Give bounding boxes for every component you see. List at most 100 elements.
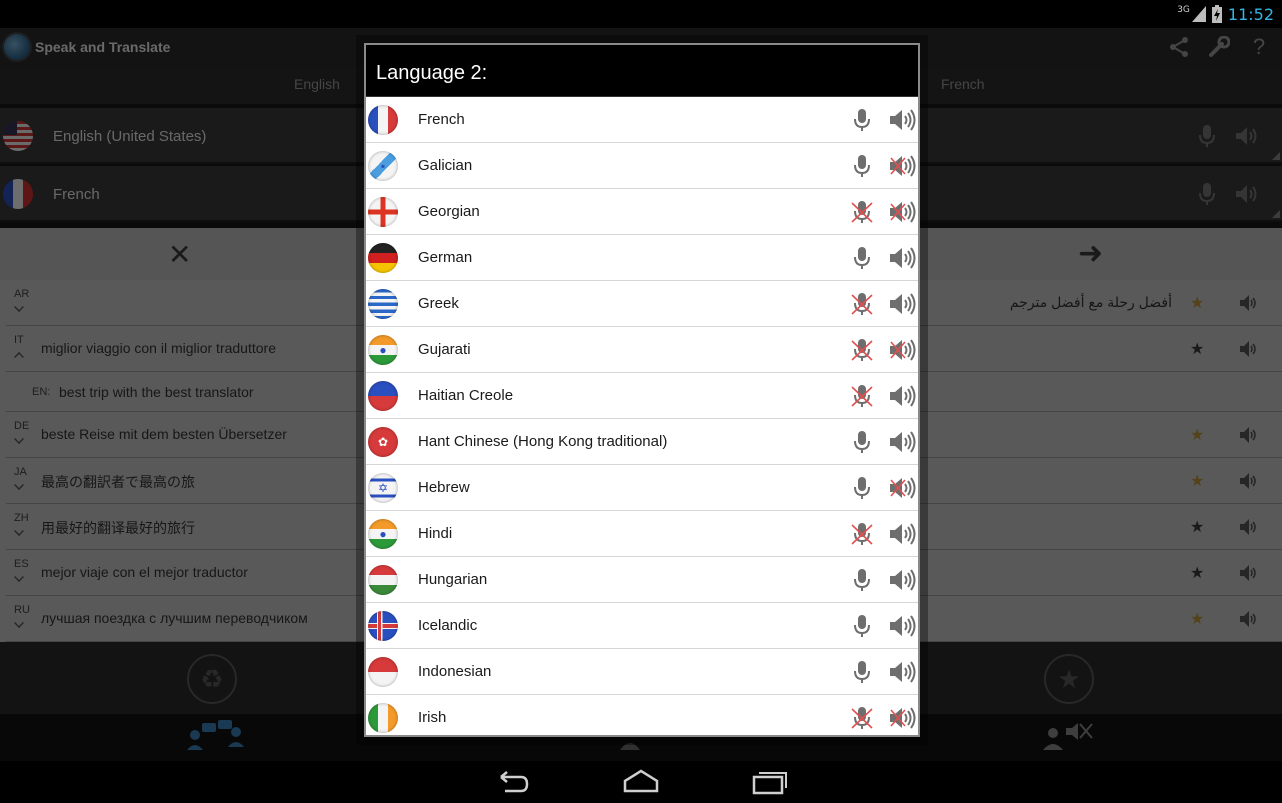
fr-flag-icon bbox=[368, 105, 398, 135]
speaker-icon[interactable] bbox=[1238, 293, 1258, 313]
language-name: Hungarian bbox=[418, 571, 488, 588]
hk-flag-icon: ✿ bbox=[368, 427, 398, 457]
speaker-icon[interactable] bbox=[1238, 425, 1258, 445]
conversation-mode-icon[interactable] bbox=[186, 720, 248, 752]
favorite-star-icon[interactable]: ★ bbox=[1190, 609, 1204, 629]
offline-mode-icon[interactable] bbox=[1042, 720, 1094, 752]
language-list: French ▪ Galician Georgian German Greek ● Gujar… bbox=[366, 97, 918, 735]
speaker-unavailable-icon bbox=[888, 338, 916, 362]
history-text: 最高の翻訳者で最高の旅 bbox=[41, 474, 195, 490]
speaker-icon[interactable] bbox=[1234, 124, 1260, 148]
speaker-icon[interactable] bbox=[1234, 182, 1260, 206]
chevron-down-icon[interactable] bbox=[14, 526, 24, 536]
microphone-icon[interactable] bbox=[1198, 124, 1216, 148]
us-flag-icon bbox=[3, 121, 33, 151]
speaker-icon bbox=[888, 614, 916, 638]
microphone-icon bbox=[850, 430, 874, 454]
language-code: DE bbox=[14, 420, 30, 432]
chevron-down-icon[interactable] bbox=[14, 618, 24, 628]
favorite-star-icon[interactable]: ★ bbox=[1190, 471, 1204, 491]
dialog-header: Language 2: bbox=[366, 45, 918, 97]
language-item-hant-chinese-hong-kong-traditional-[interactable]: ✿ Hant Chinese (Hong Kong traditional) bbox=[366, 419, 918, 465]
microphone-icon bbox=[850, 154, 874, 178]
chevron-up-icon[interactable] bbox=[14, 352, 24, 362]
microphone-icon bbox=[850, 568, 874, 592]
speaker-unavailable-icon bbox=[888, 476, 916, 500]
language-code: IT bbox=[14, 334, 24, 346]
favorite-star-icon[interactable]: ★ bbox=[1190, 517, 1204, 537]
microphone-icon bbox=[850, 108, 874, 132]
speaker-icon[interactable] bbox=[1238, 609, 1258, 629]
language-name: Icelandic bbox=[418, 617, 478, 634]
clear-icon[interactable]: ✕ bbox=[168, 238, 191, 271]
chevron-down-icon[interactable] bbox=[14, 480, 24, 490]
chevron-down-icon[interactable] bbox=[14, 302, 24, 312]
favorite-star-icon[interactable]: ★ bbox=[1190, 563, 1204, 583]
speaker-icon bbox=[888, 108, 916, 132]
tab-language-1[interactable]: English bbox=[294, 76, 340, 92]
app-logo-icon[interactable] bbox=[2, 32, 32, 62]
status-bar: 3G 11:52 bbox=[0, 0, 1282, 28]
microphone-unavailable-icon bbox=[850, 200, 874, 224]
chevron-down-icon[interactable] bbox=[14, 434, 24, 444]
recycle-icon[interactable]: ♻ bbox=[187, 654, 237, 704]
language-item-french[interactable]: French bbox=[366, 97, 918, 143]
language-2-label: French bbox=[53, 186, 100, 203]
home-icon[interactable] bbox=[621, 767, 661, 797]
help-icon[interactable]: ? bbox=[1246, 34, 1272, 60]
microphone-icon bbox=[850, 246, 874, 270]
app-title: Speak and Translate bbox=[35, 39, 171, 55]
speaker-icon[interactable] bbox=[1238, 339, 1258, 359]
language-item-hindi[interactable]: ● Hindi bbox=[366, 511, 918, 557]
translation-text: best trip with the best translator bbox=[59, 384, 254, 400]
favorite-star-icon[interactable]: ★ bbox=[1190, 293, 1204, 313]
language-item-indonesian[interactable]: Indonesian bbox=[366, 649, 918, 695]
history-text: beste Reise mit dem besten Übersetzer bbox=[41, 426, 287, 442]
wrench-icon[interactable] bbox=[1206, 34, 1232, 60]
language-item-greek[interactable]: Greek bbox=[366, 281, 918, 327]
translate-arrow-icon[interactable]: ➜ bbox=[1078, 236, 1103, 271]
navigation-bar bbox=[0, 761, 1282, 803]
microphone-icon bbox=[850, 614, 874, 638]
language-code: ZH bbox=[14, 512, 29, 524]
tab-language-2[interactable]: French bbox=[941, 76, 985, 92]
language-item-georgian[interactable]: Georgian bbox=[366, 189, 918, 235]
gr-flag-icon bbox=[368, 289, 398, 319]
in-flag-icon: ● bbox=[368, 335, 398, 365]
language-item-haitian-creole[interactable]: Haitian Creole bbox=[366, 373, 918, 419]
microphone-unavailable-icon bbox=[850, 522, 874, 546]
language-name: Greek bbox=[418, 295, 459, 312]
speaker-icon bbox=[888, 430, 916, 454]
favorite-star-icon[interactable]: ★ bbox=[1190, 339, 1204, 359]
language-name: Gujarati bbox=[418, 341, 471, 358]
language-name: Irish bbox=[418, 709, 447, 726]
ht-flag-icon bbox=[368, 381, 398, 411]
language-item-irish[interactable]: Irish bbox=[366, 695, 918, 735]
language-item-hungarian[interactable]: Hungarian bbox=[366, 557, 918, 603]
history-text: أفضل رحلة مع أفضل مترجم bbox=[1009, 294, 1172, 310]
language-item-icelandic[interactable]: Icelandic bbox=[366, 603, 918, 649]
favorites-star-icon[interactable]: ★ bbox=[1044, 654, 1094, 704]
language-item-german[interactable]: German bbox=[366, 235, 918, 281]
speaker-icon bbox=[888, 246, 916, 270]
language-name: Hant Chinese (Hong Kong traditional) bbox=[418, 433, 668, 450]
favorite-star-icon[interactable]: ★ bbox=[1190, 425, 1204, 445]
speaker-icon bbox=[888, 522, 916, 546]
speaker-icon[interactable] bbox=[1238, 471, 1258, 491]
share-icon[interactable] bbox=[1166, 34, 1192, 60]
speaker-icon[interactable] bbox=[1238, 563, 1258, 583]
language-item-gujarati[interactable]: ● Gujarati bbox=[366, 327, 918, 373]
speaker-icon bbox=[888, 568, 916, 592]
recent-apps-icon[interactable] bbox=[750, 767, 790, 797]
speaker-icon[interactable] bbox=[1238, 517, 1258, 537]
language-item-galician[interactable]: ▪ Galician bbox=[366, 143, 918, 189]
chevron-down-icon[interactable] bbox=[14, 572, 24, 582]
language-item-hebrew[interactable]: ✡ Hebrew bbox=[366, 465, 918, 511]
back-icon[interactable] bbox=[493, 767, 533, 797]
language-name: Georgian bbox=[418, 203, 480, 220]
microphone-unavailable-icon bbox=[850, 292, 874, 316]
speaker-unavailable-icon bbox=[888, 154, 916, 178]
microphone-icon[interactable] bbox=[1198, 182, 1216, 206]
gl-flag-icon: ▪ bbox=[368, 151, 398, 181]
speaker-unavailable-icon bbox=[888, 200, 916, 224]
